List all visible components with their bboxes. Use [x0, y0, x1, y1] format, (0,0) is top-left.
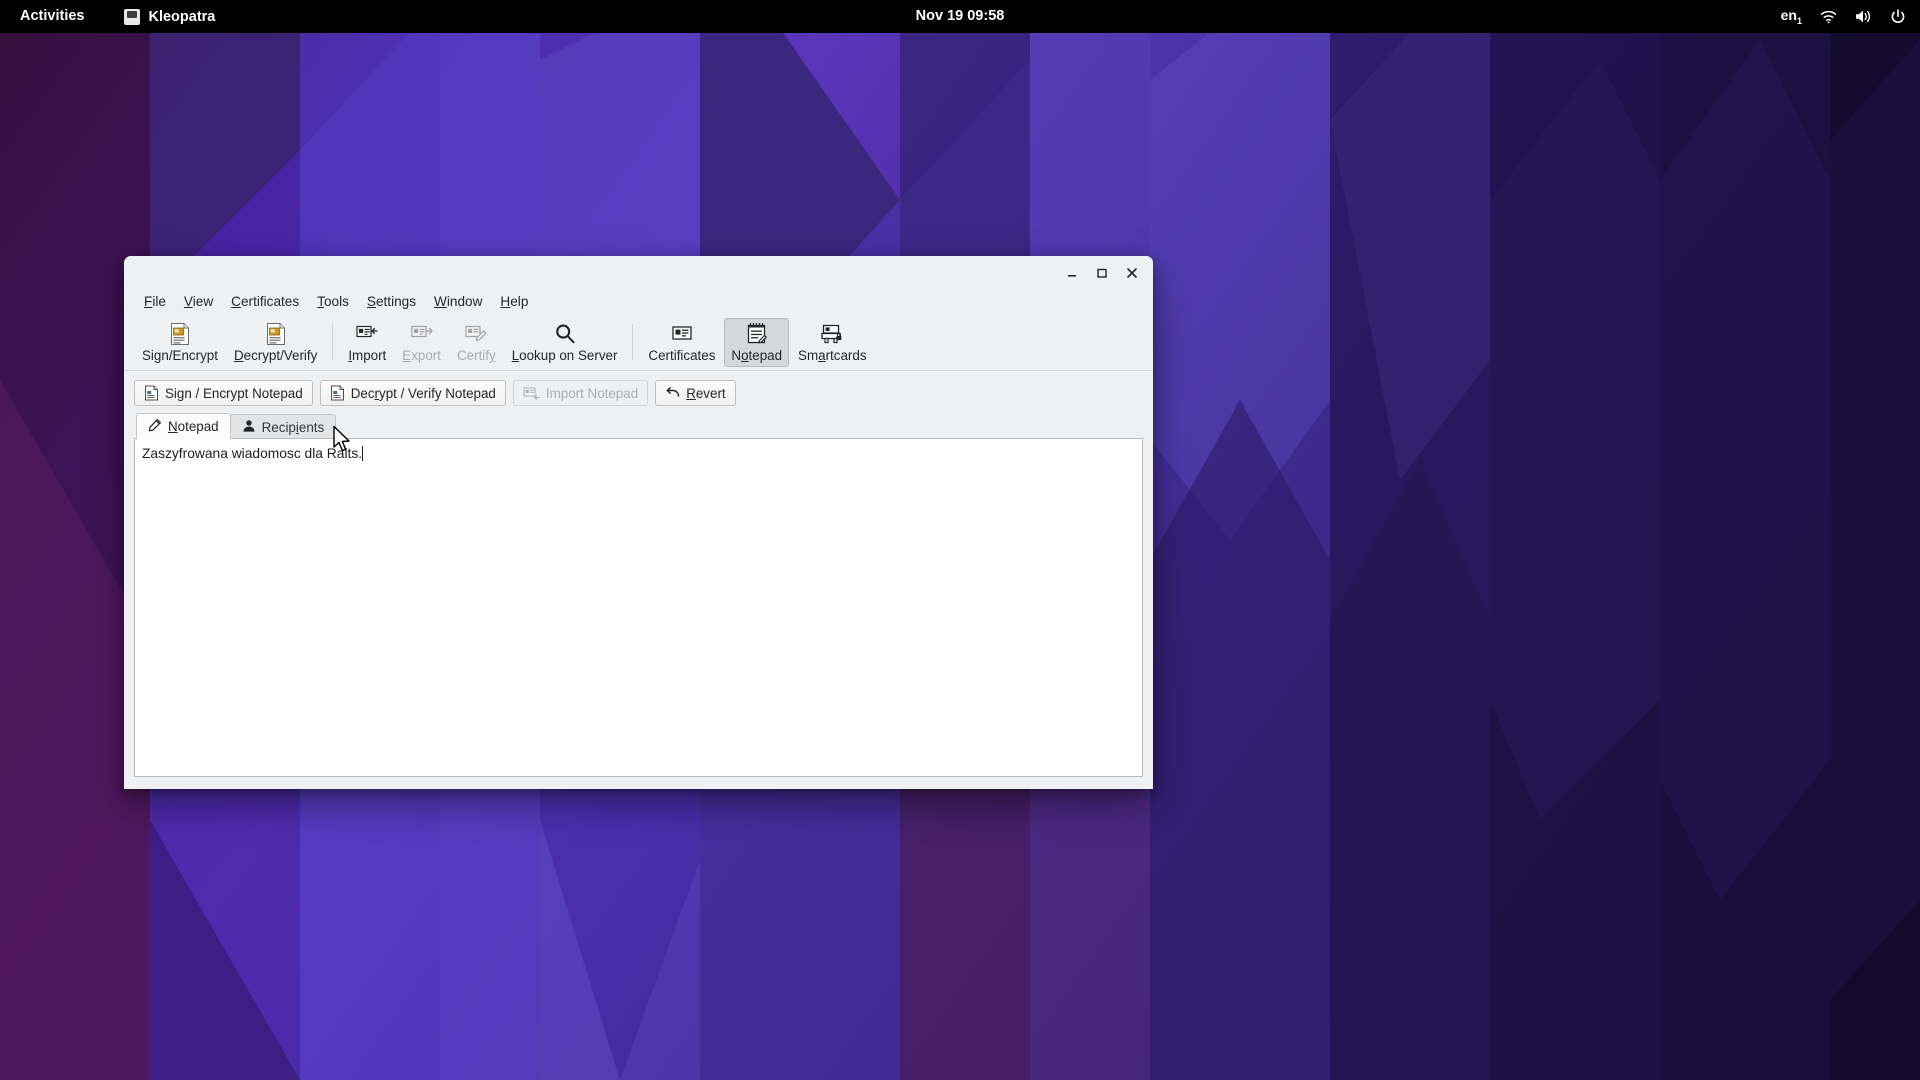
main-toolbar: Sign/Encrypt Decrypt/Verify [124, 314, 1153, 371]
toolbar-certify: Certify [450, 318, 503, 367]
app-menu-kleopatra[interactable]: Kleopatra [124, 0, 215, 33]
text-caret [362, 446, 363, 461]
keyboard-layout-indicator[interactable]: en1 [1781, 7, 1802, 26]
menu-help[interactable]: Help [491, 291, 537, 312]
import-notepad-icon [523, 386, 540, 401]
import-notepad-label: Import Notepad [546, 386, 638, 401]
tab-notepad[interactable]: Notepad [136, 413, 231, 439]
toolbar-sign-encrypt-label: Sign/Encrypt [142, 348, 218, 363]
menu-view[interactable]: View [175, 291, 222, 312]
sign-encrypt-notepad-button[interactable]: Sign / Encrypt Notepad [134, 380, 313, 406]
sign-encrypt-icon [169, 322, 191, 346]
import-icon [355, 322, 379, 346]
tab-recipients[interactable]: Recipients [230, 414, 337, 439]
decrypt-verify-notepad-button[interactable]: Decrypt / Verify Notepad [320, 380, 506, 406]
certificates-icon [671, 322, 693, 346]
toolbar-import[interactable]: Import [341, 318, 393, 367]
toolbar-lookup-on-server[interactable]: Lookup on Server [505, 318, 625, 367]
person-icon [242, 419, 256, 436]
sign-encrypt-notepad-label: Sign / Encrypt Notepad [165, 386, 303, 401]
toolbar-smartcards-label: Smartcards [798, 348, 866, 363]
kleopatra-icon [124, 9, 140, 25]
volume-icon[interactable] [1855, 9, 1872, 24]
maximize-button[interactable] [1089, 260, 1115, 286]
notepad-view: Sign / Encrypt Notepad Decrypt / Verify … [124, 371, 1153, 789]
menu-tools[interactable]: Tools [308, 291, 358, 312]
notepad-textarea[interactable]: Zaszyfrowana wiadomosc dla Ralts. [135, 439, 1142, 776]
toolbar-import-label: Import [348, 348, 386, 363]
menubar: File View Certificates Tools Settings Wi… [124, 289, 1153, 314]
toolbar-decrypt-verify[interactable]: Decrypt/Verify [227, 318, 324, 367]
toolbar-notepad[interactable]: Notepad [724, 318, 789, 367]
notepad-action-row: Sign / Encrypt Notepad Decrypt / Verify … [134, 380, 1143, 406]
decrypt-verify-doc-icon [330, 385, 345, 401]
toolbar-separator-2 [632, 324, 633, 360]
menu-window[interactable]: Window [425, 291, 491, 312]
tab-notepad-label: Notepad [168, 419, 219, 434]
gnome-top-bar: Activities Kleopatra Nov 19 09:58 en1 [0, 0, 1920, 33]
system-tray: en1 [1781, 0, 1906, 33]
menu-file[interactable]: File [135, 291, 175, 312]
tab-recipients-label: Recipients [262, 420, 325, 435]
toolbar-sign-encrypt[interactable]: Sign/Encrypt [135, 318, 225, 367]
notepad-icon [746, 322, 768, 346]
power-icon[interactable] [1890, 9, 1906, 25]
sign-encrypt-doc-icon [144, 385, 159, 401]
toolbar-certify-label: Certify [457, 348, 496, 363]
close-icon [1125, 266, 1139, 280]
toolbar-export-label: Export [402, 348, 441, 363]
window-titlebar[interactable] [124, 256, 1153, 289]
activities-button[interactable]: Activities [8, 0, 96, 33]
toolbar-export: Export [395, 318, 448, 367]
maximize-icon [1095, 266, 1109, 280]
revert-button[interactable]: Revert [655, 380, 735, 406]
notepad-text: Zaszyfrowana wiadomosc dla Ralts. [142, 446, 362, 461]
search-icon [553, 322, 577, 346]
toolbar-decrypt-verify-label: Decrypt/Verify [234, 348, 317, 363]
notepad-editor-container[interactable]: Zaszyfrowana wiadomosc dla Ralts. [134, 438, 1143, 777]
toolbar-notepad-label: Notepad [731, 348, 782, 363]
export-icon [410, 322, 434, 346]
kleopatra-window: File View Certificates Tools Settings Wi… [124, 256, 1153, 789]
toolbar-separator [332, 324, 333, 360]
toolbar-smartcards[interactable]: Smartcards [791, 318, 873, 367]
toolbar-certificates-label: Certificates [648, 348, 715, 363]
wifi-icon[interactable] [1820, 10, 1837, 24]
smartcard-icon [821, 322, 843, 346]
decrypt-verify-notepad-label: Decrypt / Verify Notepad [351, 386, 496, 401]
minimize-icon [1065, 266, 1079, 280]
minimize-button[interactable] [1059, 260, 1085, 286]
menu-certificates[interactable]: Certificates [222, 291, 308, 312]
revert-label: Revert [686, 386, 725, 401]
clock-button[interactable]: Nov 19 09:58 [916, 0, 1005, 33]
notepad-tabbar: Notepad Recipients [136, 413, 1143, 439]
app-menu-label: Kleopatra [148, 9, 215, 25]
toolbar-lookup-label: Lookup on Server [512, 348, 618, 363]
pencil-icon [148, 418, 162, 435]
close-button[interactable] [1119, 260, 1145, 286]
certify-icon [464, 322, 488, 346]
toolbar-certificates[interactable]: Certificates [641, 318, 722, 367]
import-notepad-button: Import Notepad [513, 380, 648, 406]
menu-settings[interactable]: Settings [358, 291, 425, 312]
decrypt-verify-icon [265, 322, 287, 346]
window-controls [1059, 256, 1145, 289]
revert-icon [665, 386, 680, 400]
